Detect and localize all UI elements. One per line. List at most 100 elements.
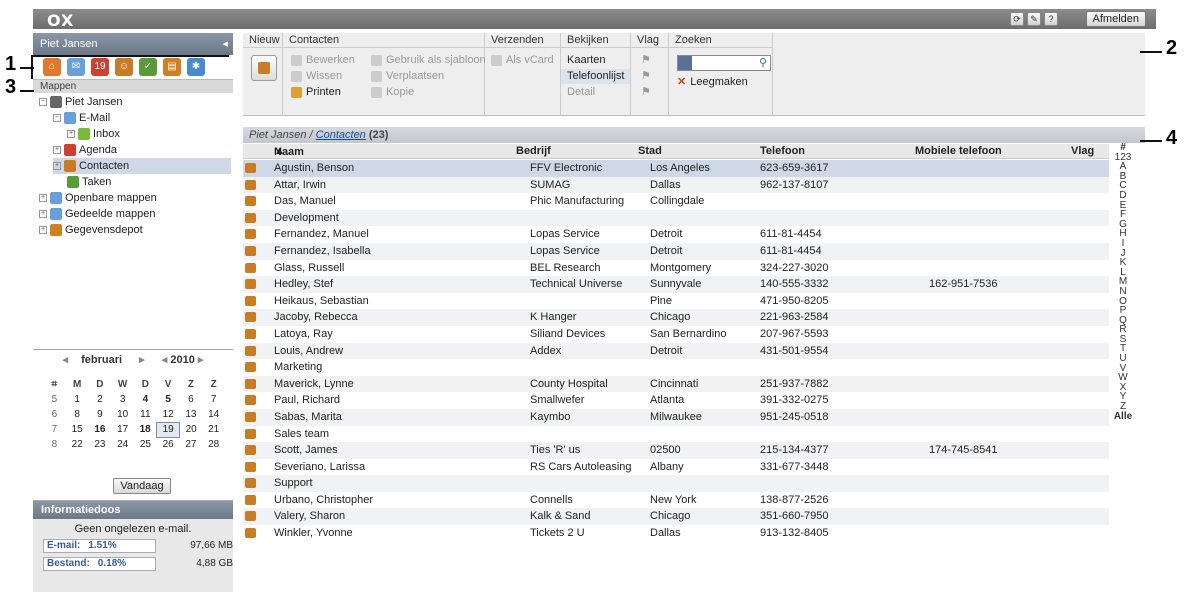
calendar-day[interactable]: 13 [180, 407, 203, 422]
table-row[interactable]: Latoya, Ray Siliand Devices San Bernardino… [243, 326, 1109, 343]
table-row[interactable]: Fernandez, Manuel Lopas Service Detroit 611… [243, 226, 1109, 243]
expand-icon[interactable]: + [39, 194, 47, 203]
help-icon[interactable]: ? [1044, 12, 1058, 26]
search-scope-dropdown[interactable] [678, 56, 692, 70]
calendar-day[interactable]: 7 [202, 392, 225, 407]
refresh-icon[interactable]: ⟳ [1010, 12, 1024, 26]
table-row[interactable]: Jacoby, Rebecca K Hanger Chicago 221-963-25… [243, 309, 1109, 326]
week-number[interactable]: 8 [43, 437, 66, 452]
table-row[interactable]: Hedley, Stef Technical Universe Sunnyvale 1… [243, 276, 1109, 293]
expand-icon[interactable]: + [39, 226, 47, 235]
expand-icon[interactable]: + [53, 162, 61, 171]
table-row[interactable]: Winkler, Yvonne Tickets 2 U Dallas 913-132-… [243, 525, 1109, 542]
calendar-day[interactable]: 26 [157, 437, 180, 452]
table-row[interactable]: Louis, Andrew Addex Detroit 431-501-9554 [243, 342, 1109, 360]
calendar-day[interactable]: 1 [66, 392, 89, 407]
table-row[interactable]: Glass, Russell BEL Research Montgomery 324-… [243, 260, 1109, 277]
prev-year-icon[interactable]: ◂ [162, 354, 168, 366]
table-row[interactable]: Sabas, Marita Kaymbo Milwaukee 951-245-0518 [243, 408, 1109, 426]
tree-item-infostore[interactable]: + Gegevensdepot [39, 222, 143, 238]
tree-item-agenda[interactable]: + Agenda [53, 142, 117, 158]
tree-item-public[interactable]: + Openbare mappen [39, 190, 157, 206]
copy-button[interactable]: Kopie [371, 85, 414, 100]
flag-icon[interactable]: ⚑ [641, 53, 651, 68]
tree-item-email[interactable]: − E-Mail [53, 110, 110, 126]
view-phonelist[interactable]: Telefoonlijst [561, 69, 630, 84]
table-row[interactable]: Valery, Sharon Kalk & Sand Chicago 351-660-… [243, 508, 1109, 526]
prev-month-icon[interactable]: ◂ [63, 354, 69, 366]
table-row[interactable]: Fernandez, Isabella Lopas Service Detroit 6… [243, 242, 1109, 260]
calendar-day[interactable]: 25 [134, 437, 157, 452]
calendar-day[interactable]: 5 [157, 392, 180, 407]
view-detail[interactable]: Detail [561, 85, 630, 100]
calendar-day[interactable]: 2 [89, 392, 112, 407]
week-number[interactable]: 6 [43, 407, 66, 422]
edit-button[interactable]: Bewerken [291, 53, 355, 68]
week-number[interactable]: 5 [43, 392, 66, 407]
calendar-day[interactable]: 9 [89, 407, 112, 422]
col-phone[interactable]: Telefoon [760, 145, 805, 157]
table-row[interactable]: Support [243, 475, 1109, 492]
table-row[interactable]: Agustin, Benson FFV Electronic Los Angeles… [243, 160, 1109, 177]
calendar-day[interactable]: 17 [111, 422, 134, 437]
calendar-day[interactable]: 23 [89, 437, 112, 452]
calendar-day[interactable]: 4 [134, 392, 157, 407]
calendar-day[interactable]: 11 [134, 407, 157, 422]
calendar-day[interactable]: 16 [89, 422, 112, 437]
collapse-icon[interactable]: − [53, 114, 61, 123]
template-button[interactable]: Gebruik als sjabloon [371, 53, 486, 68]
breadcrumb-folder[interactable]: Contacten [316, 129, 366, 141]
col-company[interactable]: Bedrijf [516, 145, 551, 157]
settings-icon[interactable]: ✎ [1027, 12, 1041, 26]
calendar-year[interactable]: 2010 [170, 354, 194, 366]
search-input[interactable]: ⚲ [677, 55, 771, 71]
calendar-day[interactable]: 27 [180, 437, 203, 452]
tree-item-inbox[interactable]: + Inbox [67, 126, 120, 142]
move-button[interactable]: Verplaatsen [371, 69, 444, 84]
week-number[interactable]: 7 [43, 422, 66, 437]
calendar-day[interactable]: 12 [157, 407, 180, 422]
tree-item-contacts[interactable]: + Contacten [53, 158, 231, 174]
table-row[interactable]: Sales team [243, 426, 1109, 443]
calendar-day[interactable]: 24 [111, 437, 134, 452]
next-year-icon[interactable]: ▸ [198, 354, 204, 366]
col-name[interactable]: Naam ▲ [274, 145, 304, 158]
expand-icon[interactable]: + [53, 146, 61, 155]
col-mobile[interactable]: Mobiele telefoon [915, 145, 1002, 157]
table-row[interactable]: Marketing [243, 359, 1109, 376]
calendar-day[interactable]: 14 [202, 407, 225, 422]
tree-item-user[interactable]: − Piet Jansen [39, 94, 122, 110]
expand-icon[interactable]: + [39, 210, 47, 219]
new-contact-button[interactable] [251, 55, 277, 81]
table-row[interactable]: Attar, Irwin SUMAG Dallas 962-137-8107 [243, 176, 1109, 194]
calendar-day[interactable]: 15 [66, 422, 89, 437]
expand-icon[interactable]: + [67, 130, 75, 139]
table-row[interactable]: Paul, Richard Smallwefer Atlanta 391-332-02… [243, 392, 1109, 409]
tree-item-shared[interactable]: + Gedeelde mappen [39, 206, 156, 222]
collapse-icon[interactable]: − [39, 98, 47, 107]
calendar-day[interactable]: 22 [66, 437, 89, 452]
table-row[interactable]: Severiano, Larissa RS Cars Autoleasing Alb… [243, 459, 1109, 476]
delete-button[interactable]: Wissen [291, 69, 342, 84]
search-icon[interactable]: ⚲ [759, 56, 767, 69]
calendar-day[interactable]: 20 [180, 422, 203, 437]
calendar-day[interactable]: 8 [66, 407, 89, 422]
flag-icon[interactable]: ⚑ [641, 69, 651, 84]
table-row[interactable]: Scott, James Ties 'R' us 02500 215-134-4377… [243, 442, 1109, 459]
table-row[interactable]: Development [243, 209, 1109, 227]
table-row[interactable]: Urbano, Christopher Connells New York 138-8… [243, 492, 1109, 509]
calendar-day[interactable]: 18 [134, 422, 157, 437]
week-icon[interactable]: ⌗ [43, 377, 66, 392]
vcard-button[interactable]: Als vCard [491, 53, 554, 68]
table-row[interactable]: Das, Manuel Phic Manufacturing Collingdale [243, 193, 1109, 210]
col-flag[interactable]: Vlag [1071, 145, 1094, 157]
table-row[interactable]: Heikaus, Sebastian Pine 471-950-8205 [243, 293, 1109, 310]
today-button[interactable]: Vandaag [113, 478, 171, 494]
collapse-icon[interactable]: ◂ [222, 37, 228, 50]
next-month-icon[interactable]: ▸ [139, 354, 145, 366]
col-city[interactable]: Stad [638, 145, 662, 157]
view-cards[interactable]: Kaarten [561, 53, 630, 68]
calendar-day[interactable]: 3 [111, 392, 134, 407]
calendar-day-today[interactable]: 19 [156, 421, 180, 438]
calendar-month[interactable]: februari [81, 354, 122, 366]
